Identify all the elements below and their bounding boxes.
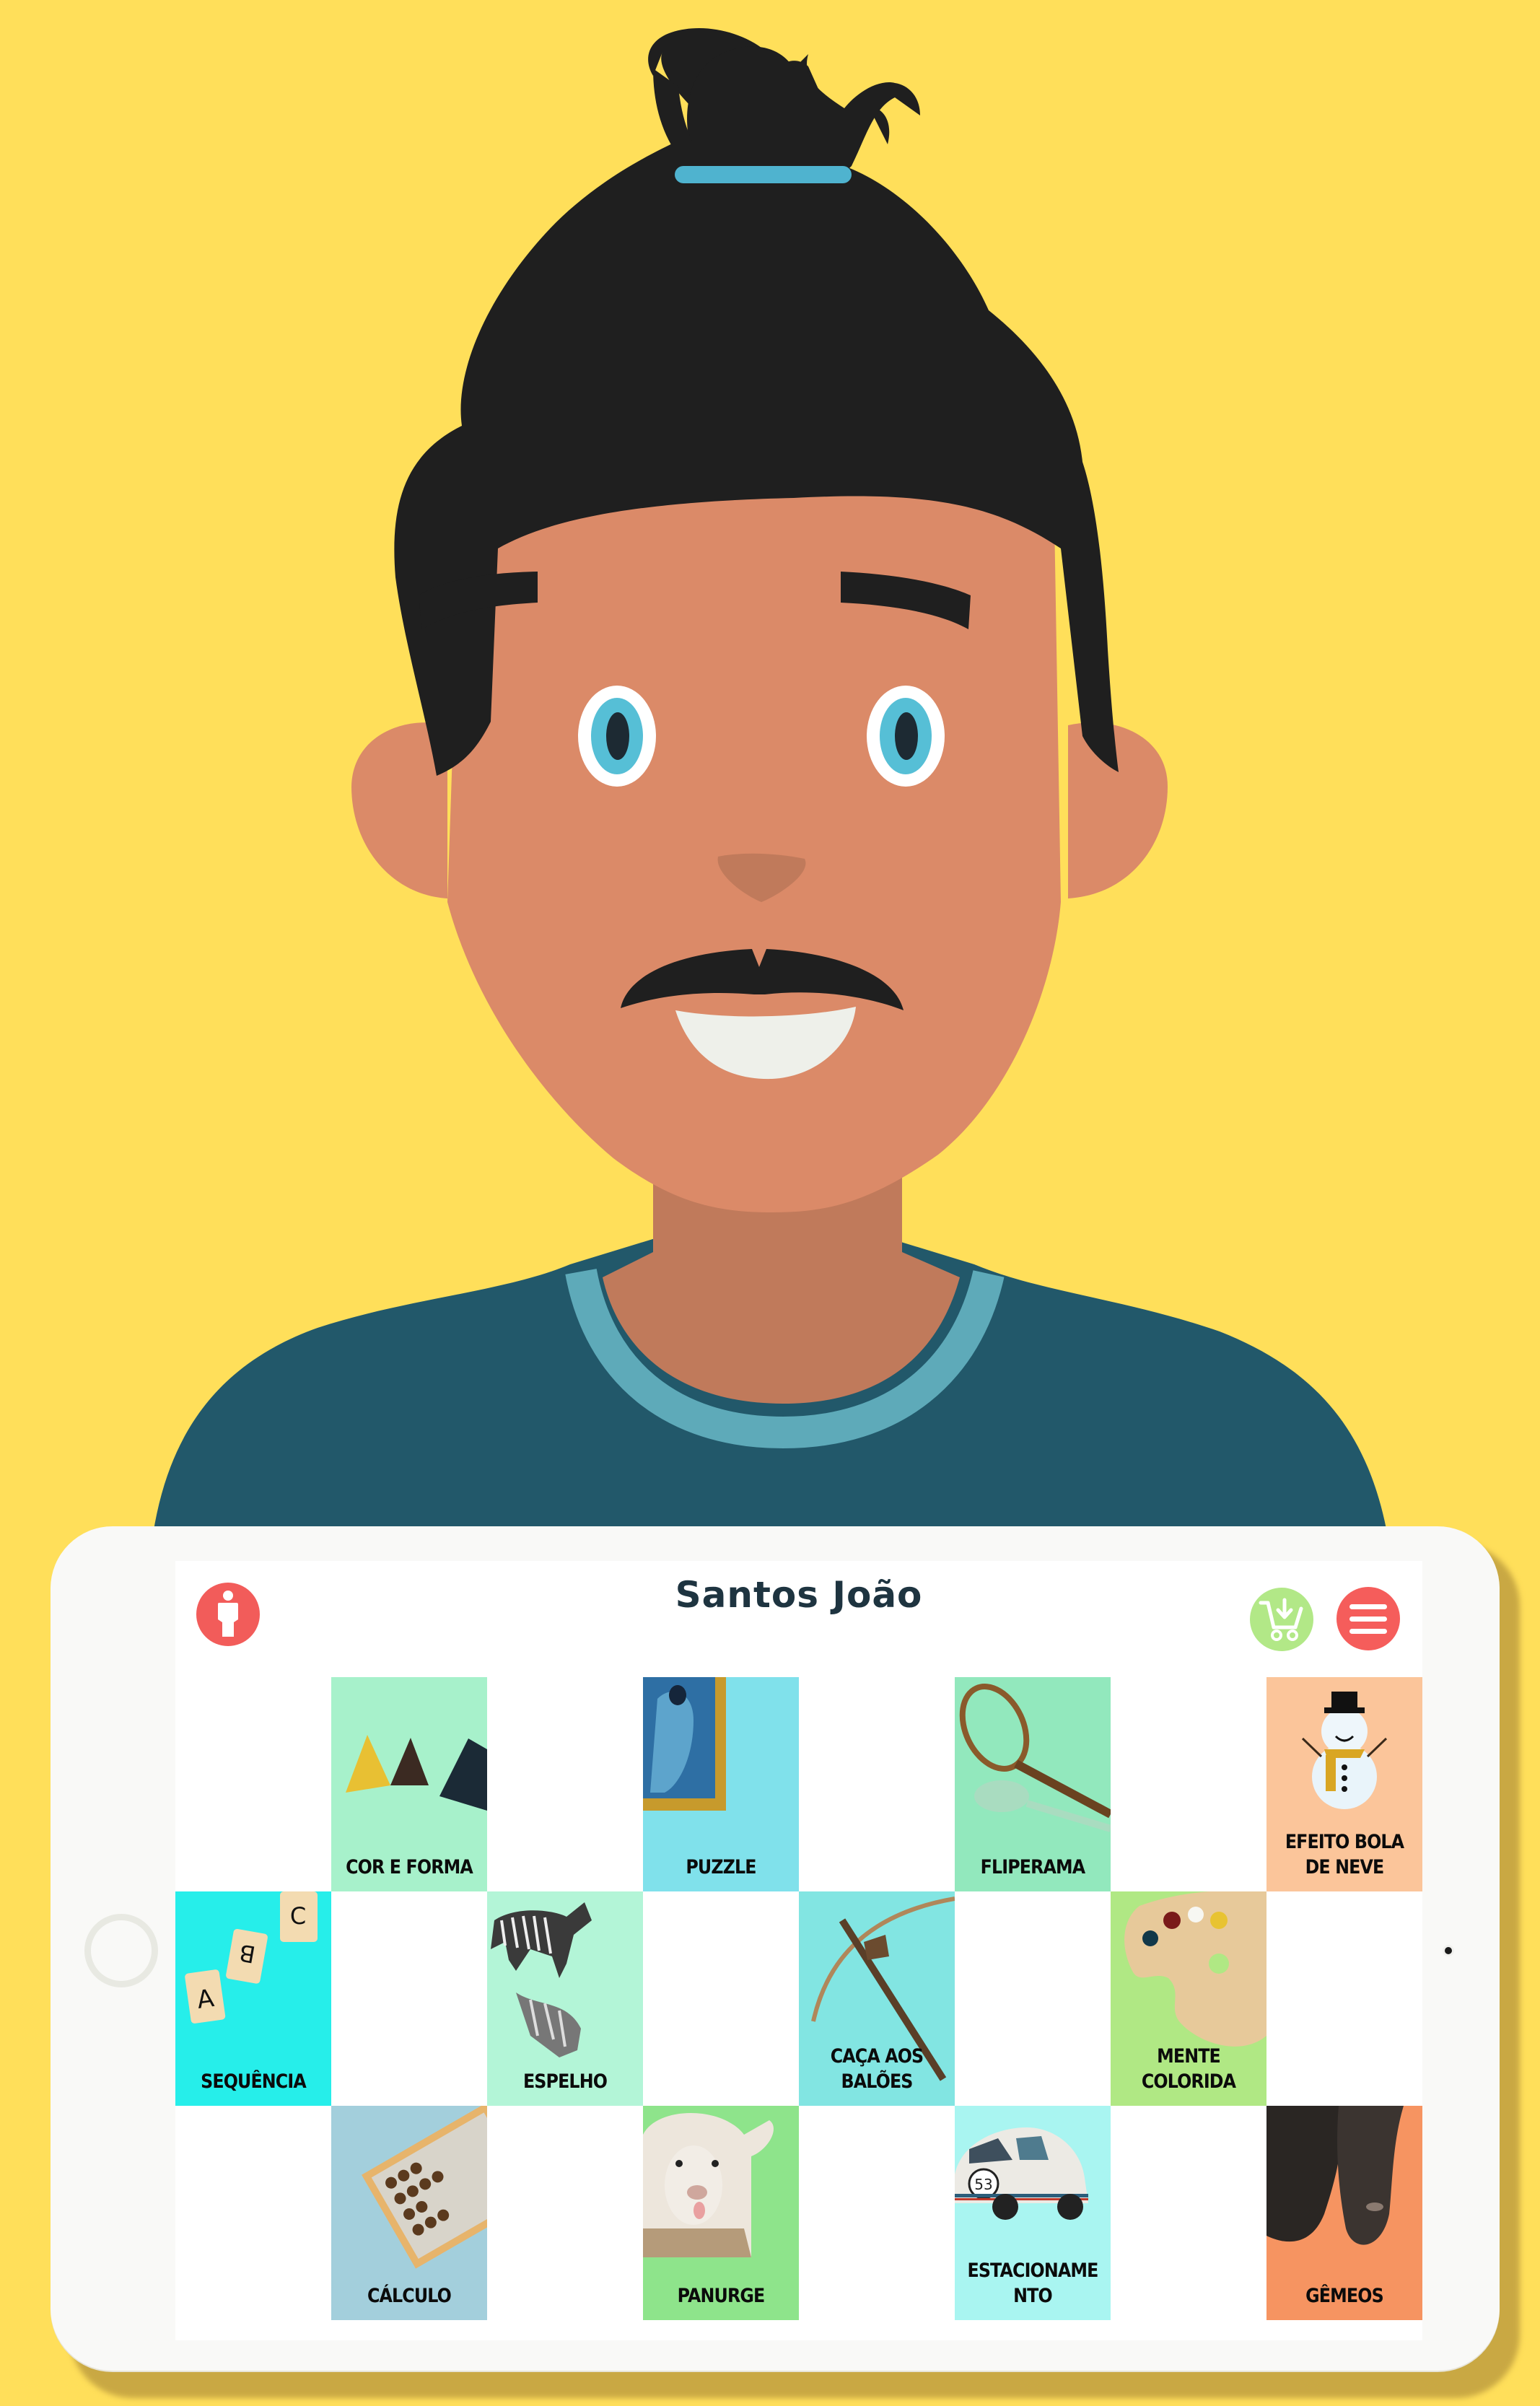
avatar-face (447, 449, 1061, 1212)
game-tile-caca-aos-baloes[interactable]: CAÇA AOS BALÕES (799, 1891, 955, 2106)
game-tile-label: COR E FORMA (346, 1856, 473, 1878)
game-tile-label: GÊMEOS (1305, 2285, 1384, 2307)
game-tile-estacioname-nto[interactable]: 53 ESTACIONAME NTO (955, 2106, 1111, 2320)
app-header: Santos João (175, 1561, 1422, 1677)
cart-download-icon (1259, 1598, 1303, 1641)
game-tile-label: FLIPERAMA (980, 1856, 1086, 1878)
empty-cell (175, 2106, 331, 2320)
game-tile-mente-colorida[interactable]: MENTE COLORIDA (1111, 1891, 1266, 2106)
store-button[interactable] (1250, 1588, 1313, 1651)
empty-cell (1111, 2106, 1266, 2320)
game-tile-cor-e-forma[interactable]: COR E FORMA (331, 1677, 487, 1891)
game-tile-espelho[interactable]: ESPELHO (487, 1891, 643, 2106)
game-tile-label: ESPELHO (522, 2070, 608, 2093)
game-tile-puzzle[interactable]: PUZZLE (643, 1677, 799, 1891)
game-tile-label: CÁLCULO (367, 2285, 452, 2307)
empty-cell (799, 2106, 955, 2320)
game-tile-label: SEQUÊNCIA (201, 2070, 307, 2093)
tablet-camera (1445, 1947, 1452, 1954)
game-tile-label: ESTACIONAME NTO (967, 2260, 1098, 2307)
app-title: Santos João (675, 1574, 923, 1616)
game-tile-sequencia[interactable]: A B C SEQUÊNCIA (175, 1891, 331, 2106)
menu-button[interactable] (1336, 1587, 1400, 1650)
svg-text:C: C (290, 1902, 306, 1930)
empty-cell (331, 1891, 487, 2106)
empty-cell (1111, 1677, 1266, 1891)
game-tile-gemeos[interactable]: GÊMEOS (1266, 2106, 1422, 2320)
tablet-home-button[interactable] (84, 1914, 158, 1987)
empty-cell (1266, 1891, 1422, 2106)
empty-cell (955, 1891, 1111, 2106)
avatar-illustration (152, 28, 1389, 1544)
game-tile-panurge[interactable]: PANURGE (643, 2106, 799, 2320)
avatar-right-eye (867, 686, 945, 787)
hamburger-menu-icon (1349, 1604, 1387, 1634)
app-screen: Santos João COR E FORMA PUZZLE FLIPERAMA EF… (175, 1561, 1422, 2340)
avatar-right-ear (1068, 722, 1168, 898)
game-tile-label: PUZZLE (686, 1856, 756, 1878)
game-tile-label: MENTE COLORIDA (1141, 2045, 1236, 2093)
game-grid: COR E FORMA PUZZLE FLIPERAMA EFEITO BOLA DE… (175, 1677, 1422, 2320)
empty-cell (175, 1677, 331, 1891)
empty-cell (643, 1891, 799, 2106)
game-tile-label: PANURGE (677, 2285, 766, 2307)
avatar-left-eye (578, 686, 656, 787)
empty-cell (799, 1677, 955, 1891)
game-tile-fliperama[interactable]: FLIPERAMA (955, 1677, 1111, 1891)
svg-text:53: 53 (974, 2176, 992, 2193)
game-tile-label: CAÇA AOS BALÕES (830, 2045, 924, 2093)
empty-cell (487, 2106, 643, 2320)
empty-cell (487, 1677, 643, 1891)
avatar-hair-tie (675, 166, 852, 183)
game-tile-efeito-bola-de-neve[interactable]: EFEITO BOLA DE NEVE (1266, 1677, 1422, 1891)
game-tile-label: EFEITO BOLA DE NEVE (1285, 1831, 1404, 1878)
game-tile-calculo[interactable]: CÁLCULO (331, 2106, 487, 2320)
